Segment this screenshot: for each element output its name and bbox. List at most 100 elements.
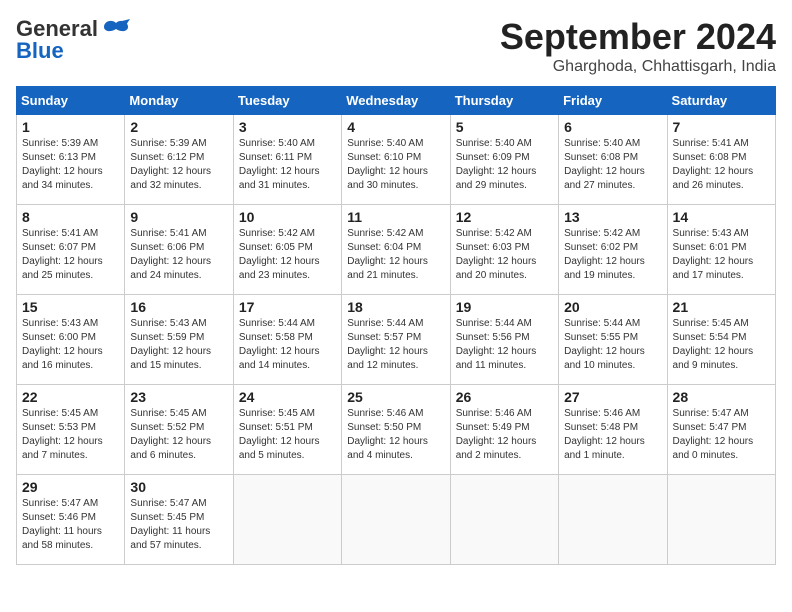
day-cell-29: 29 Sunrise: 5:47 AMSunset: 5:46 PMDayligh… (17, 475, 125, 565)
day-cell-11: 11 Sunrise: 5:42 AMSunset: 6:04 PMDayligh… (342, 205, 450, 295)
day-cell-3: 3 Sunrise: 5:40 AMSunset: 6:11 PMDaylight… (233, 115, 341, 205)
day-number: 24 (239, 389, 336, 405)
day-detail: Sunrise: 5:44 AMSunset: 5:58 PMDaylight:… (239, 317, 336, 373)
day-number: 10 (239, 209, 336, 225)
day-detail: Sunrise: 5:45 AMSunset: 5:53 PMDaylight:… (22, 407, 119, 463)
day-number: 23 (130, 389, 227, 405)
day-detail: Sunrise: 5:42 AMSunset: 6:05 PMDaylight:… (239, 227, 336, 283)
day-cell-5: 5 Sunrise: 5:40 AMSunset: 6:09 PMDaylight… (450, 115, 558, 205)
day-number: 3 (239, 119, 336, 135)
day-cell-9: 9Sunrise: 5:41 AMSunset: 6:06 PMDaylight… (125, 205, 233, 295)
day-cell-18: 18Sunrise: 5:44 AMSunset: 5:57 PMDayligh… (342, 295, 450, 385)
day-cell-28: 28 Sunrise: 5:47 AMSunset: 5:47 PMDayligh… (667, 385, 775, 475)
empty-cell (342, 475, 450, 565)
day-detail: Sunrise: 5:41 AMSunset: 6:08 PMDaylight:… (673, 137, 770, 193)
day-detail: Sunrise: 5:40 AMSunset: 6:10 PMDaylight:… (347, 137, 444, 193)
day-detail: Sunrise: 5:43 AMSunset: 6:01 PMDaylight:… (673, 227, 770, 283)
day-cell-4: 4 Sunrise: 5:40 AMSunset: 6:10 PMDaylight… (342, 115, 450, 205)
day-number: 25 (347, 389, 444, 405)
empty-cell (667, 475, 775, 565)
day-detail: Sunrise: 5:42 AMSunset: 6:04 PMDaylight:… (347, 227, 444, 283)
day-number: 14 (673, 209, 770, 225)
col-header-tuesday: Tuesday (233, 87, 341, 115)
day-number: 16 (130, 299, 227, 315)
day-number: 9 (130, 209, 227, 225)
day-cell-14: 14 Sunrise: 5:43 AMSunset: 6:01 PMDayligh… (667, 205, 775, 295)
calendar-week-2: 8Sunrise: 5:41 AMSunset: 6:07 PMDaylight… (17, 205, 776, 295)
day-cell-16: 16 Sunrise: 5:43 AMSunset: 5:59 PMDayligh… (125, 295, 233, 385)
day-number: 26 (456, 389, 553, 405)
day-cell-7: 7Sunrise: 5:41 AMSunset: 6:08 PMDaylight… (667, 115, 775, 205)
day-number: 12 (456, 209, 553, 225)
day-detail: Sunrise: 5:47 AMSunset: 5:47 PMDaylight:… (673, 407, 770, 463)
day-number: 21 (673, 299, 770, 315)
day-detail: Sunrise: 5:39 AMSunset: 6:12 PMDaylight:… (130, 137, 227, 193)
day-cell-21: 21 Sunrise: 5:45 AMSunset: 5:54 PMDayligh… (667, 295, 775, 385)
day-cell-27: 27 Sunrise: 5:46 AMSunset: 5:48 PMDayligh… (559, 385, 667, 475)
day-number: 30 (130, 479, 227, 495)
day-number: 6 (564, 119, 661, 135)
day-detail: Sunrise: 5:47 AMSunset: 5:45 PMDaylight:… (130, 497, 227, 553)
calendar-week-3: 15 Sunrise: 5:43 AMSunset: 6:00 PMDayligh… (17, 295, 776, 385)
day-number: 19 (456, 299, 553, 315)
col-header-friday: Friday (559, 87, 667, 115)
day-cell-19: 19Sunrise: 5:44 AMSunset: 5:56 PMDayligh… (450, 295, 558, 385)
calendar-week-4: 22 Sunrise: 5:45 AMSunset: 5:53 PMDayligh… (17, 385, 776, 475)
logo-blue: Blue (16, 38, 64, 64)
day-detail: Sunrise: 5:45 AMSunset: 5:51 PMDaylight:… (239, 407, 336, 463)
day-number: 27 (564, 389, 661, 405)
col-header-saturday: Saturday (667, 87, 775, 115)
col-header-sunday: Sunday (17, 87, 125, 115)
day-detail: Sunrise: 5:43 AMSunset: 6:00 PMDaylight:… (22, 317, 119, 373)
day-number: 28 (673, 389, 770, 405)
day-detail: Sunrise: 5:47 AMSunset: 5:46 PMDaylight:… (22, 497, 119, 553)
day-detail: Sunrise: 5:41 AMSunset: 6:07 PMDaylight:… (22, 227, 119, 283)
day-detail: Sunrise: 5:42 AMSunset: 6:03 PMDaylight:… (456, 227, 553, 283)
day-number: 5 (456, 119, 553, 135)
col-header-thursday: Thursday (450, 87, 558, 115)
day-detail: Sunrise: 5:44 AMSunset: 5:55 PMDaylight:… (564, 317, 661, 373)
day-cell-24: 24 Sunrise: 5:45 AMSunset: 5:51 PMDayligh… (233, 385, 341, 475)
day-number: 22 (22, 389, 119, 405)
day-cell-17: 17 Sunrise: 5:44 AMSunset: 5:58 PMDayligh… (233, 295, 341, 385)
day-cell-8: 8Sunrise: 5:41 AMSunset: 6:07 PMDaylight… (17, 205, 125, 295)
day-detail: Sunrise: 5:46 AMSunset: 5:48 PMDaylight:… (564, 407, 661, 463)
day-detail: Sunrise: 5:40 AMSunset: 6:11 PMDaylight:… (239, 137, 336, 193)
day-number: 11 (347, 209, 444, 225)
col-header-wednesday: Wednesday (342, 87, 450, 115)
day-cell-15: 15 Sunrise: 5:43 AMSunset: 6:00 PMDayligh… (17, 295, 125, 385)
calendar-week-1: 1Sunrise: 5:39 AMSunset: 6:13 PMDaylight… (17, 115, 776, 205)
empty-cell (559, 475, 667, 565)
day-number: 2 (130, 119, 227, 135)
day-detail: Sunrise: 5:45 AMSunset: 5:54 PMDaylight:… (673, 317, 770, 373)
day-number: 20 (564, 299, 661, 315)
day-detail: Sunrise: 5:45 AMSunset: 5:52 PMDaylight:… (130, 407, 227, 463)
logo-bird-icon (102, 19, 130, 39)
day-number: 18 (347, 299, 444, 315)
day-number: 4 (347, 119, 444, 135)
col-header-monday: Monday (125, 87, 233, 115)
day-cell-26: 26Sunrise: 5:46 AMSunset: 5:49 PMDayligh… (450, 385, 558, 475)
location-title: Gharghoda, Chhattisgarh, India (500, 58, 776, 76)
empty-cell (233, 475, 341, 565)
day-number: 17 (239, 299, 336, 315)
day-cell-20: 20 Sunrise: 5:44 AMSunset: 5:55 PMDayligh… (559, 295, 667, 385)
day-number: 29 (22, 479, 119, 495)
empty-cell (450, 475, 558, 565)
day-cell-12: 12 Sunrise: 5:42 AMSunset: 6:03 PMDayligh… (450, 205, 558, 295)
day-cell-1: 1Sunrise: 5:39 AMSunset: 6:13 PMDaylight… (17, 115, 125, 205)
day-number: 15 (22, 299, 119, 315)
day-number: 13 (564, 209, 661, 225)
day-detail: Sunrise: 5:46 AMSunset: 5:50 PMDaylight:… (347, 407, 444, 463)
day-detail: Sunrise: 5:43 AMSunset: 5:59 PMDaylight:… (130, 317, 227, 373)
day-cell-25: 25 Sunrise: 5:46 AMSunset: 5:50 PMDayligh… (342, 385, 450, 475)
day-detail: Sunrise: 5:39 AMSunset: 6:13 PMDaylight:… (22, 137, 119, 193)
day-cell-6: 6Sunrise: 5:40 AMSunset: 6:08 PMDaylight… (559, 115, 667, 205)
day-cell-13: 13 Sunrise: 5:42 AMSunset: 6:02 PMDayligh… (559, 205, 667, 295)
day-detail: Sunrise: 5:42 AMSunset: 6:02 PMDaylight:… (564, 227, 661, 283)
calendar-table: SundayMondayTuesdayWednesdayThursdayFrid… (16, 86, 776, 565)
day-cell-23: 23 Sunrise: 5:45 AMSunset: 5:52 PMDayligh… (125, 385, 233, 475)
page-header: General Blue September 2024 Gharghoda, C… (16, 16, 776, 76)
day-cell-22: 22 Sunrise: 5:45 AMSunset: 5:53 PMDayligh… (17, 385, 125, 475)
day-detail: Sunrise: 5:40 AMSunset: 6:09 PMDaylight:… (456, 137, 553, 193)
